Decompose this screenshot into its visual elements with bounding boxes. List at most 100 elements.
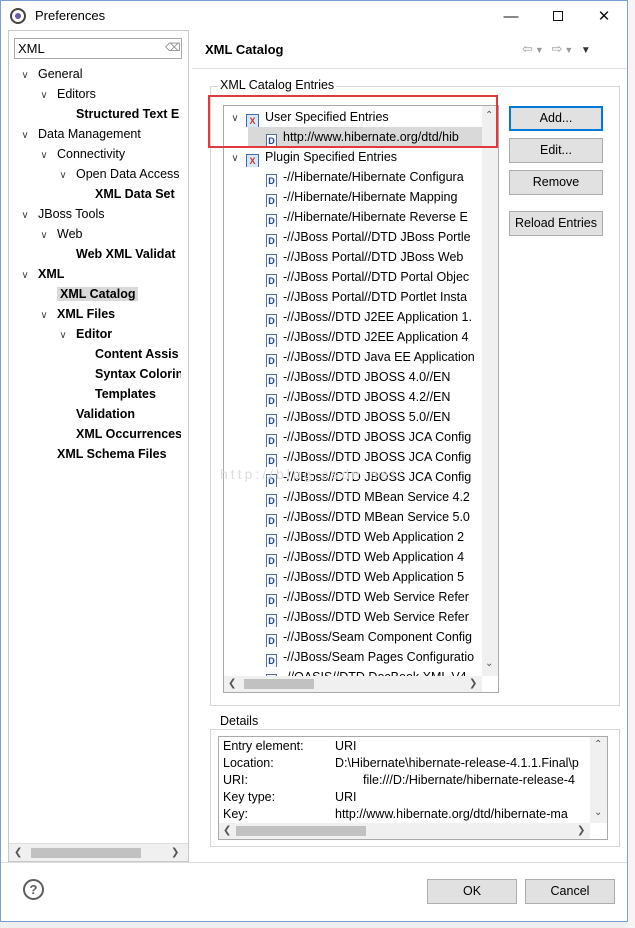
view-menu-icon[interactable]: ▼ (581, 45, 593, 56)
close-button[interactable]: ✕ (581, 1, 627, 31)
expand-chevron-icon[interactable]: ∨ (56, 166, 70, 184)
scroll-right-icon[interactable]: ❯ (469, 678, 477, 689)
tree-item[interactable]: ∨ Editor (56, 324, 181, 344)
tree-item[interactable]: Validation (56, 404, 181, 424)
catalog-entry-row[interactable]: D -//JBoss//DTD J2EE Application 1. (248, 307, 498, 327)
title-bar[interactable]: Preferences — ✕ (1, 1, 627, 31)
scroll-down-icon[interactable]: ⌄ (594, 807, 602, 818)
expand-chevron-icon[interactable]: ∨ (18, 266, 32, 284)
catalog-entry-row[interactable]: D -//Hibernate/Hibernate Reverse E (248, 207, 498, 227)
catalog-entries-tree[interactable]: ∨ X User Specified Entries Dhttp://www.hibe… (223, 105, 499, 693)
remove-button[interactable]: Remove (509, 170, 603, 195)
catalog-entry-row[interactable]: D -//JBoss Portal//DTD Portal Objec (248, 267, 498, 287)
tree-item[interactable]: Syntax Colorin (75, 364, 181, 384)
tree-item[interactable]: XML Data Set (75, 184, 181, 204)
scroll-left-icon[interactable]: ❮ (14, 847, 22, 858)
tree-item[interactable]: ∨ XML Files (37, 304, 181, 324)
help-icon[interactable]: ? (23, 879, 44, 900)
maximize-button[interactable] (535, 1, 581, 31)
scrollbar-thumb[interactable] (31, 848, 141, 858)
scroll-right-icon[interactable]: ❯ (171, 847, 179, 858)
catalog-entry-row[interactable]: D -//JBoss//DTD Web Service Refer (248, 607, 498, 627)
expand-chevron-icon[interactable]: ∨ (56, 326, 70, 344)
dtd-file-icon: D (266, 234, 277, 247)
tree-item-label: JBoss Tools (38, 207, 105, 221)
catalog-entry-row[interactable]: D -//JBoss/Seam Component Config (248, 627, 498, 647)
clear-filter-icon[interactable]: ⌫ (165, 41, 181, 55)
scroll-up-icon[interactable]: ⌃ (594, 739, 602, 750)
catalog-entry-row[interactable]: D -//JBoss Portal//DTD JBoss Portle (248, 227, 498, 247)
catalog-entry-row[interactable]: D -//JBoss//DTD JBOSS JCA Config (248, 447, 498, 467)
filter-input[interactable]: XML ⌫ (14, 38, 182, 59)
catalog-entry-row[interactable]: D -//JBoss//DTD Web Application 4 (248, 547, 498, 567)
tree-item[interactable]: Content Assis (75, 344, 181, 364)
details-vertical-scrollbar[interactable]: ⌃ ⌄ (590, 737, 607, 823)
details-horizontal-scrollbar[interactable]: ❮ ❯ (219, 823, 590, 839)
tree-horizontal-scrollbar[interactable]: ❮ ❯ (9, 843, 188, 861)
scroll-left-icon[interactable]: ❮ (223, 825, 231, 836)
catalog-entry-row[interactable]: D -//JBoss Portal//DTD Portlet Insta (248, 287, 498, 307)
catalog-entry-row[interactable]: D -//JBoss//DTD MBean Service 5.0 (248, 507, 498, 527)
expand-chevron-icon[interactable]: ∨ (37, 306, 51, 324)
forward-arrow-icon[interactable]: ⇨ (551, 41, 564, 56)
back-arrow-icon[interactable]: ⇦ (522, 41, 535, 56)
scroll-left-icon[interactable]: ❮ (228, 678, 236, 689)
cancel-button[interactable]: Cancel (525, 879, 615, 904)
tree-item[interactable]: ∨ Open Data Access (56, 164, 181, 184)
expand-chevron-icon[interactable]: ∨ (37, 146, 51, 164)
tree-item[interactable]: Templates (75, 384, 181, 404)
expand-chevron-icon[interactable]: ∨ (37, 86, 51, 104)
tree-item-label: Editors (57, 87, 96, 101)
tree-item-label: XML Schema Files (57, 447, 167, 461)
catalog-entry-row[interactable]: D -//Hibernate/Hibernate Mapping (248, 187, 498, 207)
catalog-vertical-scrollbar[interactable]: ⌃ ⌄ (482, 106, 498, 676)
tree-item[interactable]: ∨ Data Management (18, 124, 181, 144)
expand-chevron-icon[interactable]: ∨ (18, 206, 32, 224)
edit-button[interactable]: Edit... (509, 138, 603, 163)
catalog-entry-row[interactable]: D -//JBoss//DTD JBOSS JCA Config (248, 427, 498, 447)
tree-item-label: Syntax Colorin (95, 367, 181, 381)
catalog-horizontal-scrollbar[interactable]: ❮ ❯ (224, 676, 482, 692)
tree-item[interactable]: ∨ XML (18, 264, 181, 284)
catalog-entry-label: -//JBoss//DTD Java EE Application (283, 350, 475, 364)
scroll-right-icon[interactable]: ❯ (577, 825, 585, 836)
tree-item[interactable]: XML Schema Files (37, 444, 181, 464)
header-divider (192, 68, 626, 69)
catalog-entry-row[interactable]: D -//JBoss//DTD Java EE Application (248, 347, 498, 367)
catalog-entry-row[interactable]: D -//JBoss//DTD Web Service Refer (248, 587, 498, 607)
tree-item[interactable]: Structured Text E (56, 104, 181, 124)
catalog-entry-row[interactable]: D -//JBoss//DTD Web Application 2 (248, 527, 498, 547)
catalog-group-row[interactable]: ∨ X Plugin Specified Entries (228, 147, 498, 167)
expand-chevron-icon[interactable]: ∨ (228, 149, 242, 167)
scrollbar-thumb[interactable] (236, 826, 366, 836)
catalog-entry-row[interactable]: D -//JBoss/Seam Pages Configuratio (248, 647, 498, 667)
tree-item[interactable]: ∨ Editors (37, 84, 181, 104)
tree-item[interactable]: Web XML Validat (56, 244, 181, 264)
tree-item[interactable]: XML Catalog (37, 284, 181, 304)
add-button[interactable]: Add... (509, 106, 603, 131)
expand-chevron-icon[interactable]: ∨ (37, 226, 51, 244)
catalog-entry-row[interactable]: D -//JBoss//DTD JBOSS 4.0//EN (248, 367, 498, 387)
catalog-entry-row[interactable]: D -//Hibernate/Hibernate Configura (248, 167, 498, 187)
catalog-entry-row[interactable]: D -//JBoss//DTD Web Application 5 (248, 567, 498, 587)
catalog-entry-row[interactable]: D -//JBoss Portal//DTD JBoss Web (248, 247, 498, 267)
tree-item[interactable]: ∨ JBoss Tools (18, 204, 181, 224)
catalog-entry-row[interactable]: D -//JBoss//DTD J2EE Application 4 (248, 327, 498, 347)
expand-chevron-icon[interactable]: ∨ (18, 126, 32, 144)
catalog-entry-row[interactable]: D -//JBoss//DTD JBOSS 5.0//EN (248, 407, 498, 427)
reload-entries-button[interactable]: Reload Entries (509, 211, 603, 236)
catalog-entry-row[interactable]: D -//JBoss//DTD MBean Service 4.2 (248, 487, 498, 507)
scroll-down-icon[interactable]: ⌄ (485, 658, 493, 669)
tree-item[interactable]: ∨ General (18, 64, 181, 84)
scrollbar-thumb[interactable] (244, 679, 314, 689)
tree-item[interactable]: ∨ Connectivity (37, 144, 181, 164)
expand-chevron-icon[interactable]: ∨ (18, 66, 32, 84)
ok-button[interactable]: OK (427, 879, 517, 904)
back-menu-icon[interactable]: ▼ (535, 45, 546, 55)
tree-item[interactable]: ∨ Web (37, 224, 181, 244)
catalog-entry-label: -//JBoss//DTD JBOSS JCA Config (283, 450, 472, 464)
minimize-button[interactable]: — (488, 1, 534, 31)
catalog-entry-row[interactable]: D -//JBoss//DTD JBOSS 4.2//EN (248, 387, 498, 407)
tree-item[interactable]: XML Occurrences (56, 424, 181, 444)
forward-menu-icon[interactable]: ▼ (564, 45, 575, 55)
